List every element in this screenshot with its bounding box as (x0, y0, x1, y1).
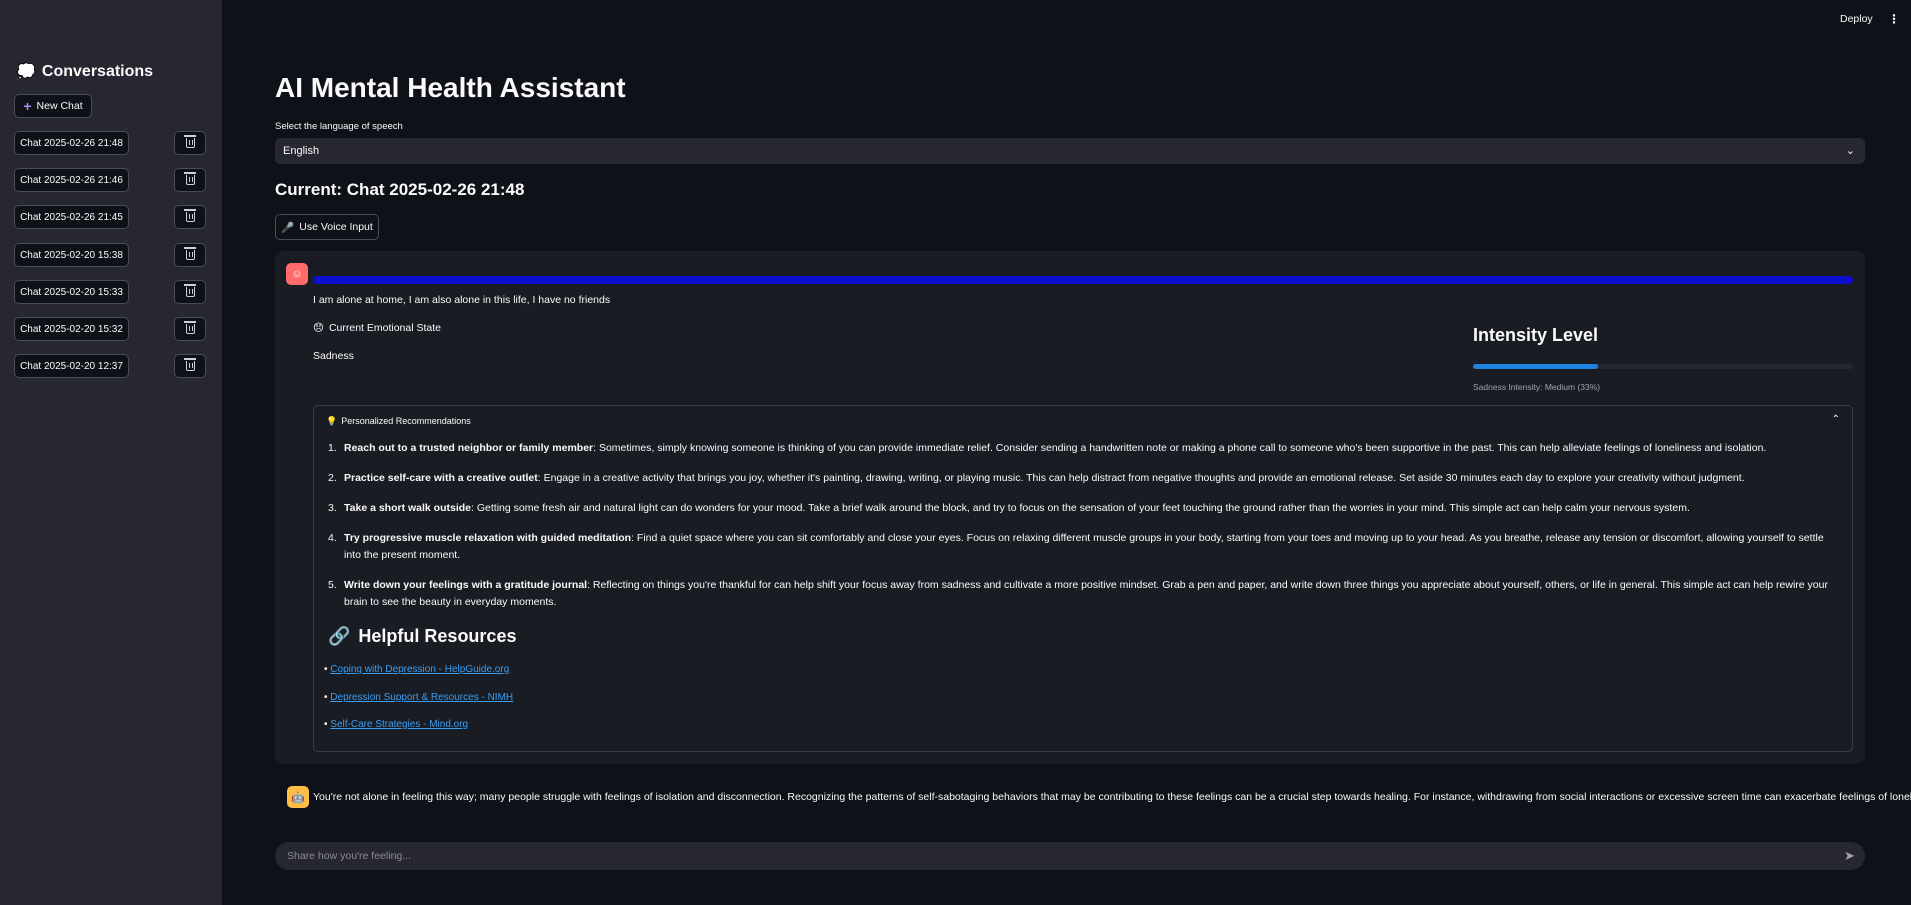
page-title: AI Mental Health Assistant (275, 72, 626, 103)
main-menu-icon[interactable]: ⋮ (1888, 12, 1900, 26)
chevron-down-icon: ⌄ (1845, 145, 1855, 157)
trash-icon (183, 135, 196, 148)
list-number: 1. (328, 442, 337, 454)
resources-heading-label: Helpful Resources (358, 626, 517, 646)
sidebar: 💭 Conversations + New Chat Chat 2025-02-… (0, 0, 222, 905)
trash-icon (183, 321, 196, 334)
trash-icon (183, 209, 196, 222)
delete-chat-button[interactable] (174, 354, 206, 378)
send-icon[interactable]: ➤ (1844, 848, 1855, 864)
resource-link[interactable]: Self-Care Strategies - Mind.org (330, 719, 468, 730)
resource-link[interactable]: Depression Support & Resources - NIMH (330, 692, 513, 703)
lightbulb-icon: 💡 (326, 416, 338, 426)
current-chat-title: Current: Chat 2025-02-26 21:48 (275, 180, 525, 199)
language-label: Select the language of speech (275, 121, 403, 132)
chat-button[interactable]: Chat 2025-02-26 21:46 (14, 168, 129, 192)
trash-icon (183, 172, 196, 185)
plus-icon: + (23, 98, 32, 114)
list-item: 5. Write down your feelings with a grati… (328, 577, 1838, 611)
emotion-header-label: Current Emotional State (328, 322, 442, 334)
trash-icon (183, 358, 196, 371)
intensity-bar-fill (1473, 364, 1599, 369)
list-number: 3. (328, 502, 337, 514)
recommendation-title: Take a short walk outside (344, 502, 472, 514)
list-number: 5. (328, 579, 337, 591)
emotion-value: Sadness (313, 350, 354, 362)
chat-button[interactable]: Chat 2025-02-20 15:38 (14, 243, 129, 267)
chat-row: Chat 2025-02-20 15:38 (14, 243, 206, 267)
user-avatar-icon: ☺ (286, 263, 308, 285)
sidebar-title: 💭 Conversations (16, 62, 153, 82)
list-number: 2. (328, 472, 337, 484)
expander-header-label: Personalized Recommendations (341, 416, 471, 426)
language-value: English (283, 145, 320, 157)
resource-item: • Coping with Depression - HelpGuide.org (324, 664, 510, 675)
chat-button[interactable]: Chat 2025-02-26 21:45 (14, 205, 129, 229)
microphone-icon: 🎤 (281, 221, 295, 234)
chat-input[interactable] (275, 842, 1865, 870)
chat-row: Chat 2025-02-26 21:48 (14, 131, 206, 155)
resource-link[interactable]: Coping with Depression - HelpGuide.org (330, 664, 509, 675)
progress-bar (313, 276, 1853, 284)
user-message-container: ☺ I am alone at home, I am also alone in… (275, 251, 1865, 764)
recommendation-title: Reach out to a trusted neighbor or famil… (344, 442, 594, 454)
user-message-text: I am alone at home, I am also alone in t… (313, 294, 611, 306)
intensity-caption: Sadness Intensity: Medium (33%) (1473, 382, 1601, 392)
chevron-up-icon[interactable]: ⌃ (1832, 414, 1840, 425)
expander-header[interactable]: 💡 Personalized Recommendations (326, 416, 471, 427)
list-number: 4. (328, 532, 337, 544)
trash-icon (183, 247, 196, 260)
voice-input-label: Use Voice Input (299, 221, 373, 233)
delete-chat-button[interactable] (174, 317, 206, 341)
chat-button[interactable]: Chat 2025-02-20 15:32 (14, 317, 129, 341)
resource-item: • Self-Care Strategies - Mind.org (324, 719, 469, 730)
chat-row: Chat 2025-02-20 12:37 (14, 354, 206, 378)
recommendation-title: Try progressive muscle relaxation with g… (344, 532, 632, 544)
sad-face-icon: 😞 (313, 322, 324, 334)
delete-chat-button[interactable] (174, 131, 206, 155)
chat-row: Chat 2025-02-20 15:32 (14, 317, 206, 341)
chat-button[interactable]: Chat 2025-02-26 21:48 (14, 131, 129, 155)
voice-input-button[interactable]: 🎤 Use Voice Input (275, 214, 379, 240)
chat-row: Chat 2025-02-26 21:45 (14, 205, 206, 229)
intensity-bar (1473, 364, 1853, 369)
list-item: 1. Reach out to a trusted neighbor or fa… (328, 440, 1838, 457)
chat-button[interactable]: Chat 2025-02-20 12:37 (14, 354, 129, 378)
recommendation-title: Write down your feelings with a gratitud… (344, 579, 588, 591)
resource-item: • Depression Support & Resources - NIMH (324, 692, 514, 703)
resources-heading: 🔗 Helpful Resources (328, 626, 516, 647)
sidebar-title-label: Conversations (41, 63, 154, 80)
intensity-title: Intensity Level (1473, 325, 1599, 345)
recommendation-title: Practice self-care with a creative outle… (344, 472, 538, 484)
chat-row: Chat 2025-02-20 15:33 (14, 280, 206, 304)
chat-button[interactable]: Chat 2025-02-20 15:33 (14, 280, 129, 304)
deploy-button[interactable]: Deploy (1840, 13, 1873, 25)
recommendation-body: : Sometimes, simply knowing someone is t… (593, 442, 1767, 454)
list-item: 2. Practice self-care with a creative ou… (328, 470, 1838, 487)
recommendations-list: 1. Reach out to a trusted neighbor or fa… (328, 440, 1838, 624)
recommendation-body: : Getting some fresh air and natural lig… (471, 502, 1690, 514)
new-chat-label: New Chat (36, 100, 83, 112)
chat-row: Chat 2025-02-26 21:46 (14, 168, 206, 192)
link-icon: 🔗 (328, 626, 351, 646)
delete-chat-button[interactable] (174, 205, 206, 229)
list-item: 4. Try progressive muscle relaxation wit… (328, 530, 1838, 564)
language-select[interactable]: English ⌄ (275, 138, 1865, 164)
recommendations-expander: 💡 Personalized Recommendations ⌃ 1. Reac… (313, 405, 1853, 752)
list-item: 3. Take a short walk outside: Getting so… (328, 500, 1838, 517)
delete-chat-button[interactable] (174, 280, 206, 304)
recommendation-body: : Engage in a creative activity that bri… (537, 472, 1745, 484)
assistant-message-text: You're not alone in feeling this way; ma… (313, 791, 1911, 803)
trash-icon (183, 284, 196, 297)
bot-avatar-icon: 🤖 (287, 786, 309, 808)
speech-bubble-icon: 💭 (16, 64, 36, 81)
emotion-header: 😞 Current Emotional State (313, 322, 441, 334)
new-chat-button[interactable]: + New Chat (14, 94, 92, 118)
delete-chat-button[interactable] (174, 168, 206, 192)
delete-chat-button[interactable] (174, 243, 206, 267)
